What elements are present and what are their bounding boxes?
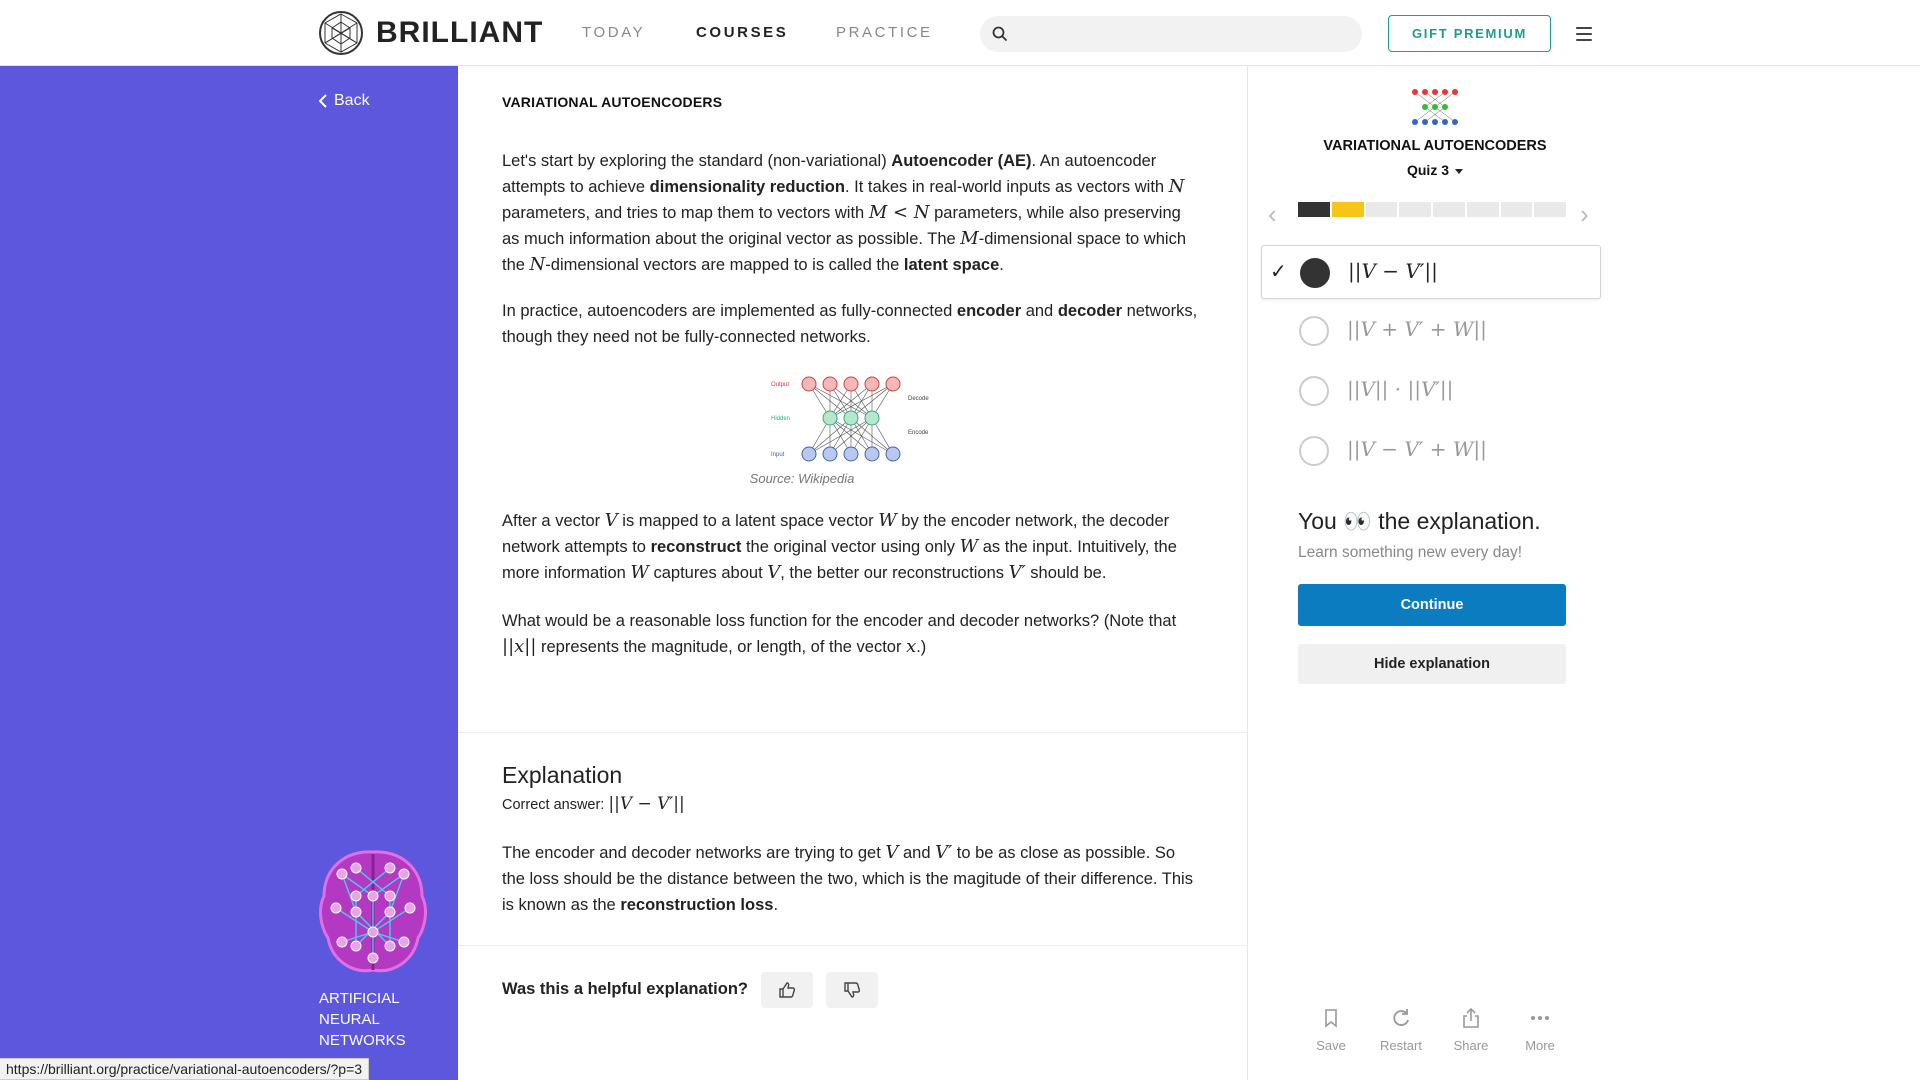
answer-label: ||V − V′ + W|| — [1347, 437, 1487, 461]
autoencoder-diagram: Output Hidden Input Decode Encode — [771, 376, 929, 462]
back-label: Back — [334, 92, 370, 109]
answer-label: ||V|| · ||V′|| — [1347, 377, 1454, 401]
chevron-left-icon — [318, 94, 327, 108]
course-name[interactable]: ARTIFICIAL NEURAL NETWORKS — [319, 988, 449, 1051]
radio-button[interactable] — [1300, 258, 1330, 288]
divider — [458, 732, 1248, 733]
brilliant-logo[interactable]: BRILLIANT — [318, 10, 543, 56]
top-nav: BRILLIANT TODAY COURSES PRACTICE GIFT PR… — [0, 0, 1920, 66]
more-icon — [1531, 1016, 1549, 1020]
result-message: You 👀 the explanation. — [1298, 508, 1541, 534]
figure-caption: Source: Wikipedia — [749, 471, 855, 486]
answer-label: ||V − V′|| — [1348, 259, 1438, 283]
paragraph-intro: Let's start by exploring the standard (n… — [502, 152, 1186, 275]
nav-courses[interactable]: COURSES — [696, 24, 788, 41]
section-title: VARIATIONAL AUTOENCODERS — [502, 94, 723, 110]
thumbs-up-button[interactable] — [761, 972, 813, 1008]
answer-option-2[interactable]: ||V + V′ + W|| — [1261, 304, 1601, 358]
paragraph-practice: In practice, autoencoders are implemente… — [502, 302, 1198, 346]
more-action[interactable]: More — [1510, 1004, 1570, 1053]
paragraph-latent: After a vector V is mapped to a latent s… — [502, 510, 1177, 583]
gift-premium-button[interactable]: GIFT PREMIUM — [1388, 15, 1551, 52]
back-link[interactable]: Back — [318, 92, 370, 110]
share-action[interactable]: Share — [1441, 1004, 1501, 1053]
answer-option-3[interactable]: ||V|| · ||V′|| — [1261, 364, 1601, 418]
progress-segment — [1466, 202, 1499, 217]
brand-name: BRILLIANT — [376, 16, 544, 49]
answer-option-1[interactable]: ✓ ||V − V′|| — [1261, 245, 1601, 299]
save-action[interactable]: Save — [1301, 1004, 1361, 1053]
logo-mark-icon — [319, 11, 363, 55]
quiz-panel: VARIATIONAL AUTOENCODERS Quiz 3 ‹ › ✓ ||… — [1248, 66, 1920, 1080]
radio-button[interactable] — [1299, 376, 1329, 406]
svg-text:Input: Input — [771, 452, 785, 458]
result-subtitle: Learn something new every day! — [1298, 544, 1523, 561]
answer-label: ||V + V′ + W|| — [1347, 317, 1487, 341]
autoencoder-quiz-icon — [1412, 89, 1458, 125]
status-bar-url: https://brilliant.org/practice/variation… — [0, 1058, 370, 1080]
previous-arrow-icon[interactable]: ‹ — [1268, 199, 1277, 230]
svg-text:Decode: Decode — [908, 396, 929, 402]
next-arrow-icon[interactable]: › — [1580, 199, 1589, 230]
restart-action[interactable]: Restart — [1371, 1004, 1431, 1053]
eyes-emoji-icon: 👀 — [1343, 508, 1372, 534]
progress-segment — [1433, 202, 1465, 217]
quiz-selector-dropdown[interactable]: Quiz 3 — [1308, 162, 1562, 178]
correct-answer: Correct answer: ||V − V′|| — [502, 794, 685, 814]
thumbs-down-button[interactable] — [826, 972, 878, 1008]
hamburger-menu-icon[interactable] — [1570, 20, 1598, 48]
answer-option-4[interactable]: ||V − V′ + W|| — [1261, 424, 1601, 478]
svg-text:Encode: Encode — [908, 430, 929, 436]
main-content: VARIATIONAL AUTOENCODERS Let's start by … — [458, 66, 1248, 1080]
question-text: What would be a reasonable loss function… — [502, 612, 1177, 657]
progress-segment — [1298, 202, 1330, 217]
progress-segment — [1399, 202, 1431, 217]
share-icon — [1463, 1007, 1479, 1028]
progress-segment — [1331, 202, 1364, 217]
bookmark-icon — [1325, 1009, 1337, 1028]
search-input[interactable] — [980, 16, 1362, 52]
caret-down-icon — [1455, 168, 1463, 174]
svg-text:Hidden: Hidden — [771, 416, 790, 422]
hide-explanation-button[interactable]: Hide explanation — [1298, 644, 1566, 684]
checkmark-icon: ✓ — [1270, 261, 1287, 283]
progress-segment — [1534, 202, 1566, 217]
course-sidebar: Back ARTIFICIAL NEURAL NETWORKS — [0, 66, 458, 1080]
quiz-course-title: VARIATIONAL AUTOENCODERS — [1323, 138, 1547, 154]
quiz-progress-bar — [1298, 202, 1566, 217]
neural-network-brain-icon — [319, 850, 427, 973]
divider — [458, 945, 1248, 946]
explanation-title: Explanation — [502, 762, 623, 788]
nav-today[interactable]: TODAY — [582, 24, 645, 41]
radio-button[interactable] — [1299, 436, 1329, 466]
progress-segment — [1500, 202, 1533, 217]
thumbs-down-icon — [844, 982, 861, 998]
continue-button[interactable]: Continue — [1298, 584, 1566, 626]
radio-button[interactable] — [1299, 316, 1329, 346]
svg-text:Output: Output — [771, 382, 789, 388]
progress-segment — [1365, 202, 1398, 217]
search-icon — [992, 26, 1008, 42]
nav-practice[interactable]: PRACTICE — [836, 24, 933, 41]
thumbs-up-icon — [779, 982, 796, 998]
explanation-text: The encoder and decoder networks are try… — [502, 842, 1193, 914]
restart-icon — [1393, 1009, 1409, 1026]
